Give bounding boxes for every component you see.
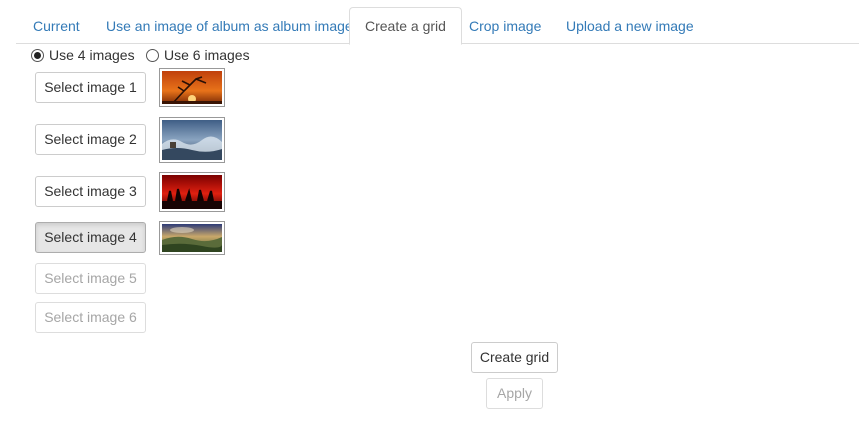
use-6-images-label: Use 6 images: [164, 47, 250, 63]
tab-use-album-image[interactable]: Use an image of album as album image: [90, 7, 369, 44]
apply-button[interactable]: Apply: [486, 378, 543, 409]
select-image-2-button[interactable]: Select image 2: [35, 124, 146, 155]
tab-upload-image[interactable]: Upload a new image: [550, 7, 710, 44]
image-3-thumbnail: [159, 172, 225, 212]
use-4-images-radio[interactable]: [31, 48, 44, 62]
stormy-sea-photo: [162, 120, 222, 160]
valley-landscape-photo: [162, 224, 222, 252]
tab-create-grid[interactable]: Create a grid: [349, 7, 462, 45]
image-2-thumbnail: [159, 117, 225, 163]
album-image-tabs: Current Use an image of album as album i…: [16, 0, 859, 45]
tab-current[interactable]: Current: [17, 7, 96, 44]
use-6-images-radio[interactable]: [146, 48, 159, 62]
select-image-1-button[interactable]: Select image 1: [35, 72, 146, 103]
use-4-images-option[interactable]: Use 4 images: [31, 47, 135, 63]
select-image-3-button[interactable]: Select image 3: [35, 176, 146, 207]
create-grid-button[interactable]: Create grid: [471, 342, 558, 373]
image-4-thumbnail: [159, 221, 225, 255]
tab-crop-image[interactable]: Crop image: [453, 7, 557, 44]
select-image-5-button[interactable]: Select image 5: [35, 263, 146, 294]
sunset-tree-photo: [162, 71, 222, 104]
select-image-6-button[interactable]: Select image 6: [35, 302, 146, 333]
select-image-4-button[interactable]: Select image 4: [35, 222, 146, 253]
red-sunset-silhouettes-photo: [162, 175, 222, 209]
use-6-images-option[interactable]: Use 6 images: [146, 47, 250, 63]
use-4-images-label: Use 4 images: [49, 47, 135, 63]
image-1-thumbnail: [159, 68, 225, 107]
